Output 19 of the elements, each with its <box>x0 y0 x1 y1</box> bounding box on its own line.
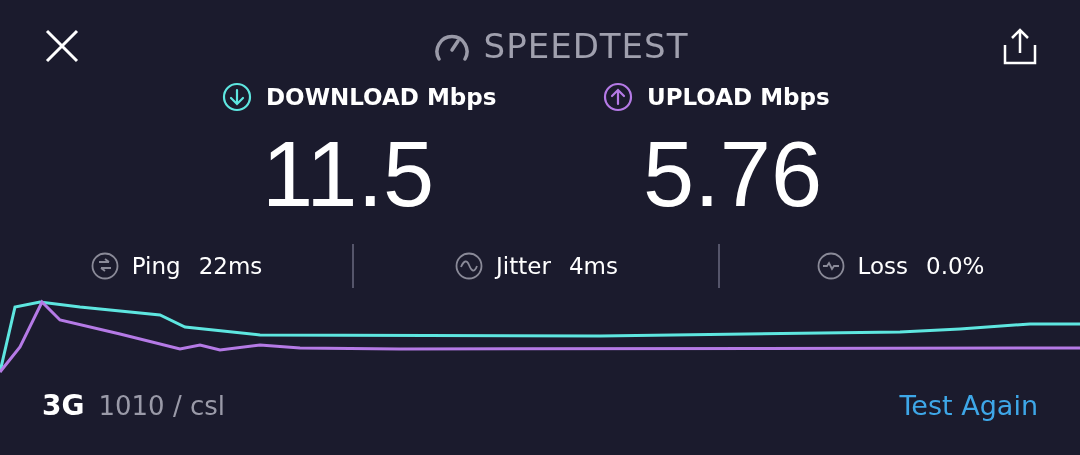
ping-icon <box>89 252 120 280</box>
stat-label: Jitter <box>496 253 551 279</box>
jitter-icon <box>454 252 485 280</box>
stat-label: Ping <box>131 253 181 279</box>
metric-label: DOWNLOAD Mbps <box>266 84 497 110</box>
share-icon[interactable] <box>1002 27 1038 65</box>
app-title: SPEEDTEST <box>483 26 689 66</box>
stat-value: 0.0% <box>926 253 985 279</box>
stat-value: 4ms <box>568 253 618 279</box>
stat-value: 22ms <box>198 253 263 279</box>
metric-label: UPLOAD Mbps <box>647 84 830 110</box>
provider-name: 1010 / csl <box>98 391 225 421</box>
speed-value: 5.76 <box>642 128 824 220</box>
loss-icon <box>815 252 846 280</box>
test-again-button[interactable]: Test Again <box>899 390 1038 421</box>
stat-label: Loss <box>857 253 908 279</box>
speed-value: 11.5 <box>261 128 436 220</box>
close-icon[interactable] <box>44 28 80 64</box>
network-type: 3G <box>42 389 85 422</box>
